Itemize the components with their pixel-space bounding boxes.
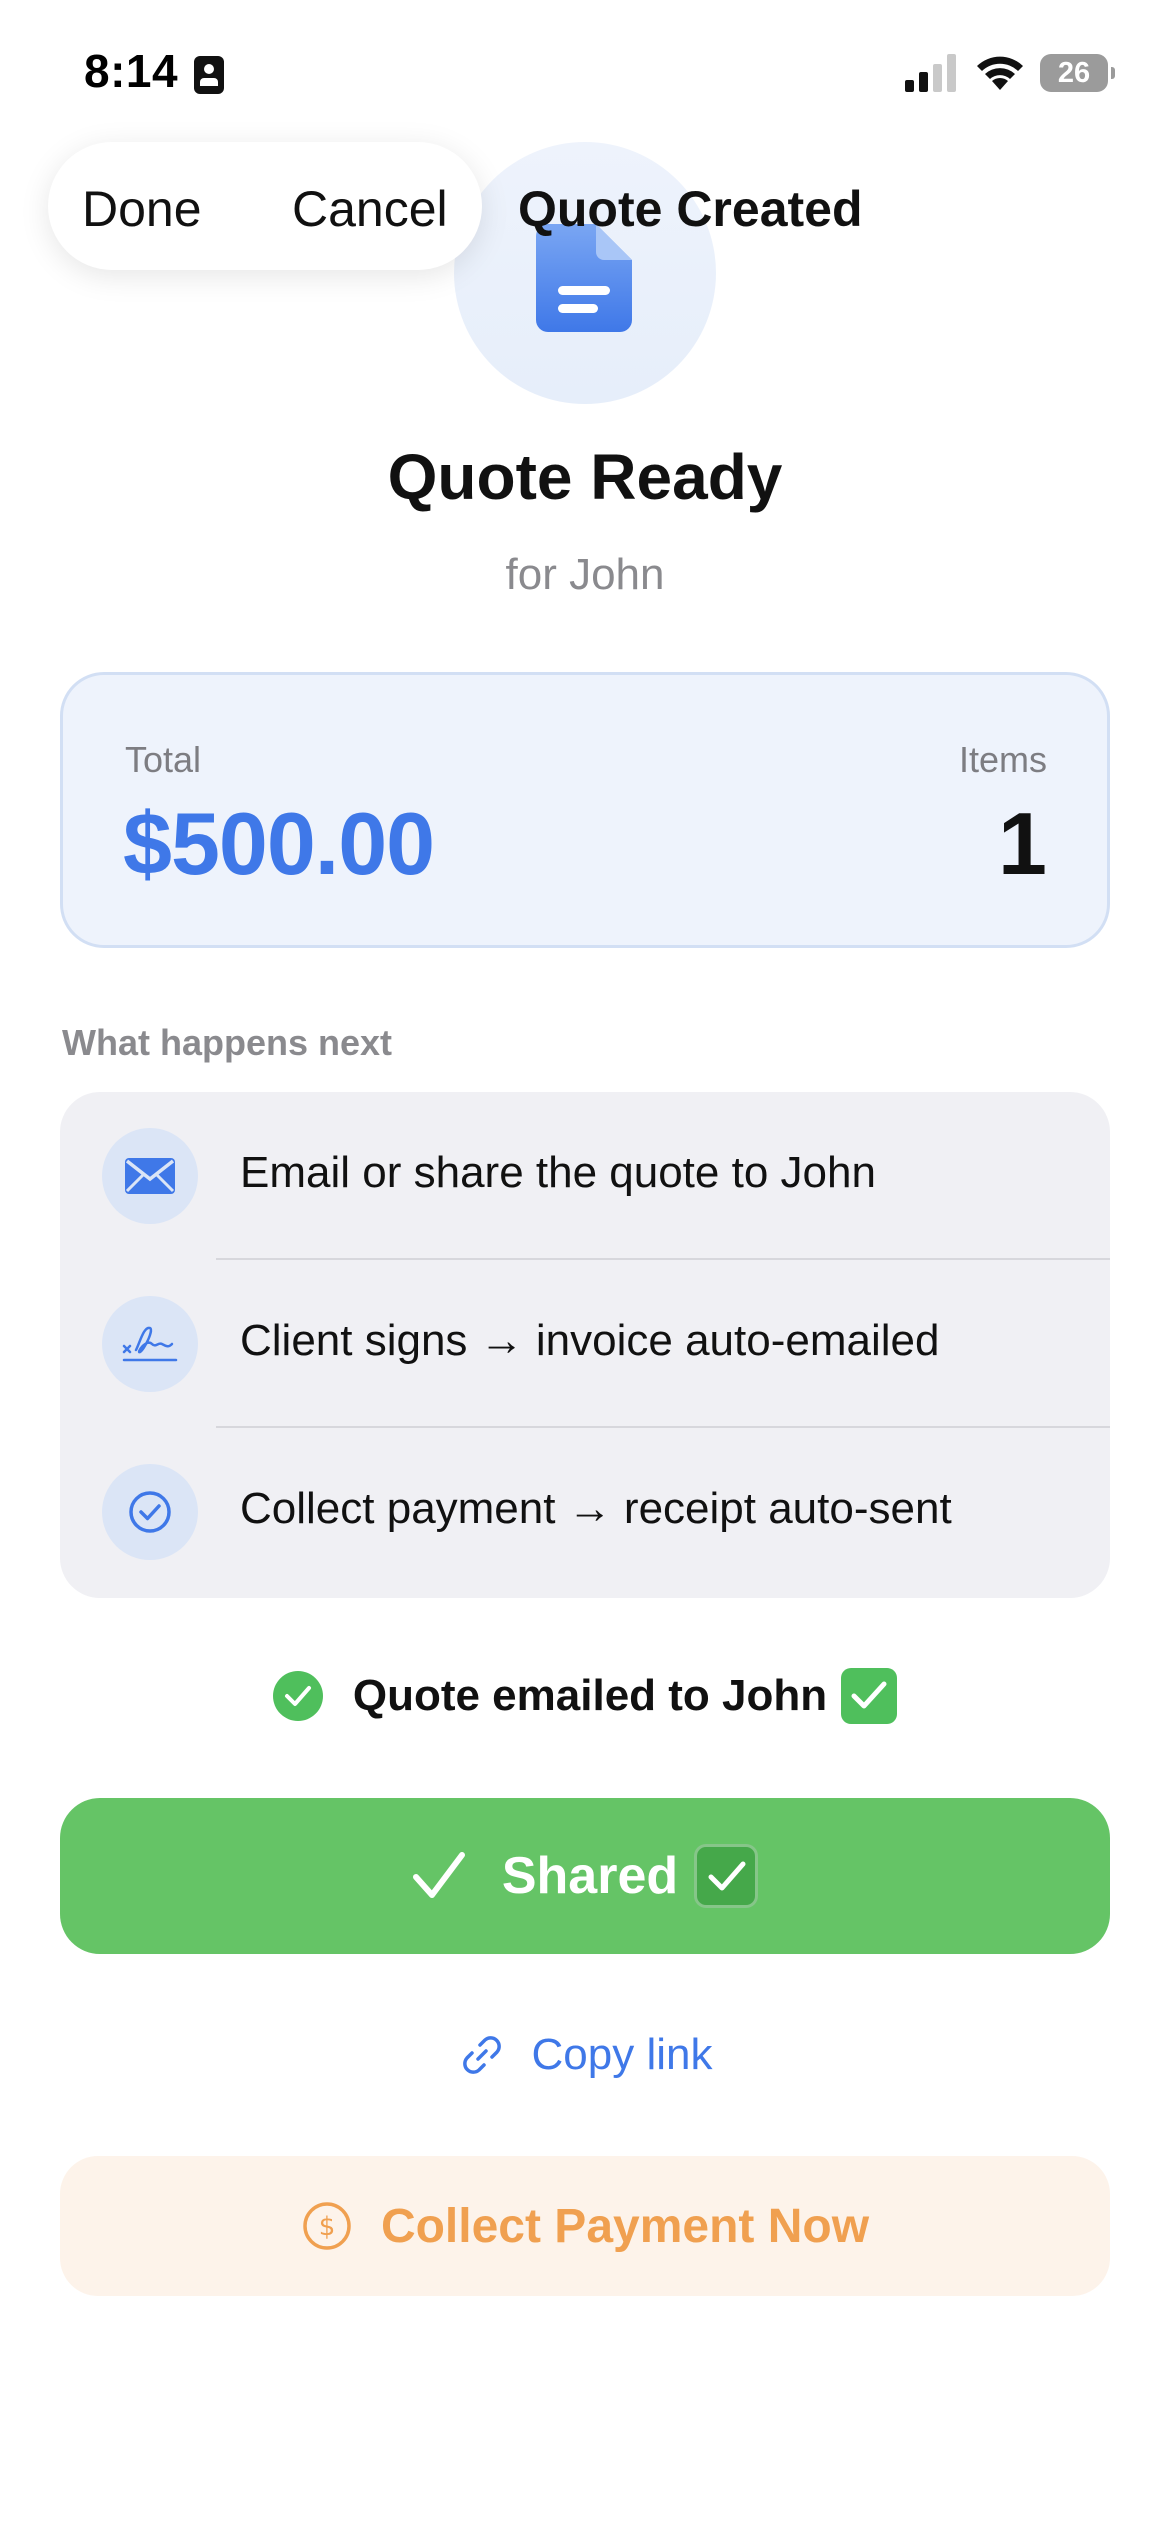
copy-link-button[interactable]: Copy link	[0, 2020, 1170, 2090]
list-item: Client signs → invoice auto-emailed	[60, 1260, 1110, 1428]
check-circle-icon	[272, 1671, 323, 1721]
emailed-status: Quote emailed to John	[0, 1668, 1170, 1732]
check-mark-emoji-icon	[694, 1844, 759, 1908]
items-label: Items	[958, 739, 1047, 780]
section-label: What happens next	[62, 1022, 393, 1063]
check-circle-icon	[102, 1464, 198, 1560]
nav-title: Quote Created	[518, 181, 863, 237]
status-message: Quote emailed to John	[352, 1671, 828, 1720]
shared-label: Shared	[501, 1847, 679, 1905]
step-text: Collect payment → receipt auto-sent	[240, 1484, 952, 1533]
list-item: Collect payment → receipt auto-sent	[60, 1428, 1110, 1596]
status-bar: 8:14 26	[0, 0, 1170, 150]
envelope-icon	[102, 1128, 198, 1224]
items-count: 1	[998, 794, 1047, 893]
step-text: Client signs → invoice auto-emailed	[240, 1316, 940, 1365]
status-time: 8:14	[84, 45, 179, 97]
svg-text:$: $	[319, 2212, 336, 2242]
dollar-circle-icon: $	[303, 2202, 351, 2250]
wifi-icon	[977, 56, 1023, 90]
list-item: Email or share the quote to John	[60, 1092, 1110, 1260]
document-icon	[536, 224, 632, 332]
cancel-button[interactable]: Cancel	[292, 180, 448, 238]
total-value: $500.00	[123, 794, 435, 893]
checkmark-icon	[412, 1852, 465, 1898]
battery-icon: 26	[1040, 54, 1115, 92]
cellular-signal-icon	[905, 54, 957, 92]
collect-payment-label: Collect Payment Now	[380, 2199, 870, 2253]
step-text: Email or share the quote to John	[240, 1148, 876, 1197]
page-title: Quote Ready	[387, 441, 783, 513]
link-icon	[462, 2036, 501, 2074]
next-steps-card: Email or share the quote to John Client …	[60, 1092, 1110, 1598]
copy-link-label: Copy link	[531, 2030, 713, 2079]
collect-payment-button[interactable]: $ Collect Payment Now	[60, 2156, 1110, 2296]
shared-button[interactable]: Shared	[60, 1798, 1110, 1954]
total-label: Total	[125, 739, 202, 780]
id-badge-icon	[194, 56, 224, 94]
quote-created-screen: 8:14 26 Done Cancel Quote Created Quote …	[0, 0, 1170, 2532]
quote-summary-card: Total $500.00 Items 1	[60, 672, 1110, 948]
client-name-subtitle: for John	[505, 550, 665, 599]
check-mark-emoji-icon	[841, 1668, 898, 1724]
done-button[interactable]: Done	[82, 180, 202, 238]
signature-icon	[102, 1296, 198, 1392]
